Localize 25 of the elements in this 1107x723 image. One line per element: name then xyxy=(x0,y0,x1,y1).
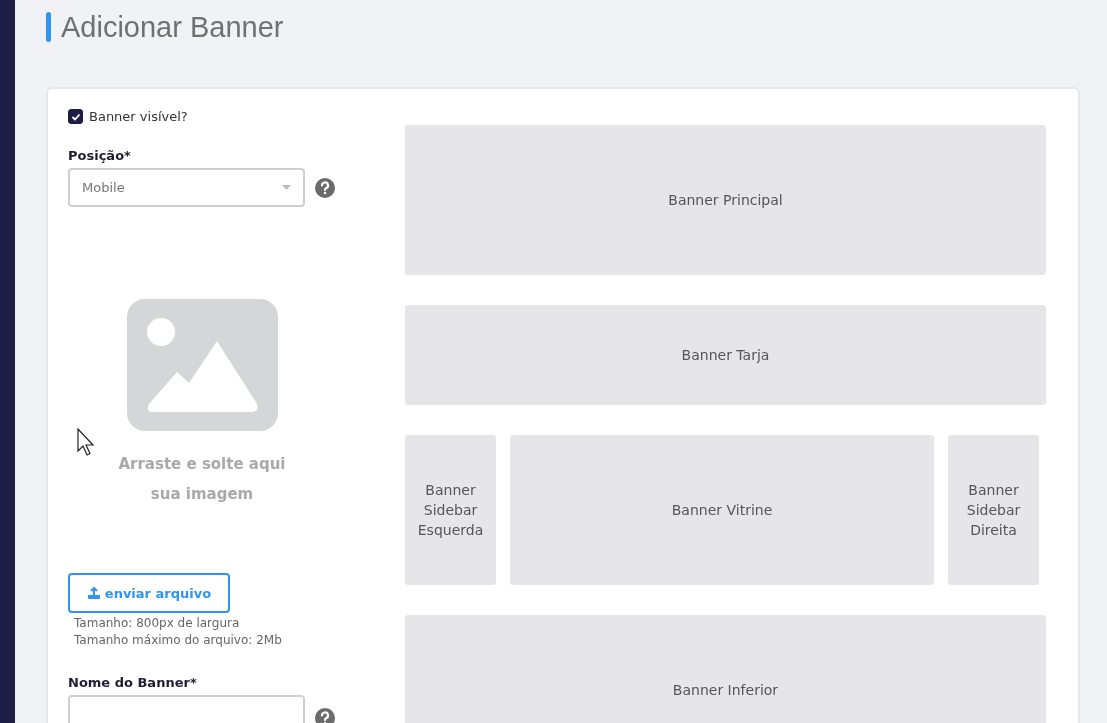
banner-slot: Banner Tarja xyxy=(405,305,1046,405)
field-label: Posição* xyxy=(68,148,132,163)
banner-slot: Banner Inferior xyxy=(405,615,1046,723)
size-hint: Tamanho: 800px de largura xyxy=(74,615,241,632)
banner-slot: Banner Vitrine xyxy=(510,435,934,585)
accent-bar xyxy=(46,12,51,42)
cursor-icon xyxy=(77,428,96,457)
position-dropdown[interactable]: Mobile xyxy=(68,168,305,207)
page-title: Adicionar Banner xyxy=(61,10,284,44)
check-icon xyxy=(70,111,81,122)
help-icon[interactable] xyxy=(315,177,335,198)
banner-slot: Banner Sidebar Esquerda xyxy=(405,435,496,585)
image-placeholder-icon xyxy=(126,299,278,431)
dropzone-text: Arraste e solte aqui xyxy=(118,454,286,475)
upload-icon xyxy=(86,586,101,600)
checkbox[interactable] xyxy=(68,109,83,124)
checkbox-label: Banner visível? xyxy=(89,109,188,124)
help-icon[interactable] xyxy=(315,707,335,723)
field-label: Nome do Banner* xyxy=(68,675,198,690)
banner-slot: Banner Sidebar Direita xyxy=(948,435,1039,585)
banner-slot: Banner Principal xyxy=(405,125,1046,275)
size-hint: Tamanho máximo do arquivo: 2Mb xyxy=(74,632,283,649)
caret-icon xyxy=(282,185,291,190)
upload-button[interactable]: enviar arquivo xyxy=(68,573,230,613)
dropzone-text: sua imagem xyxy=(150,484,254,505)
